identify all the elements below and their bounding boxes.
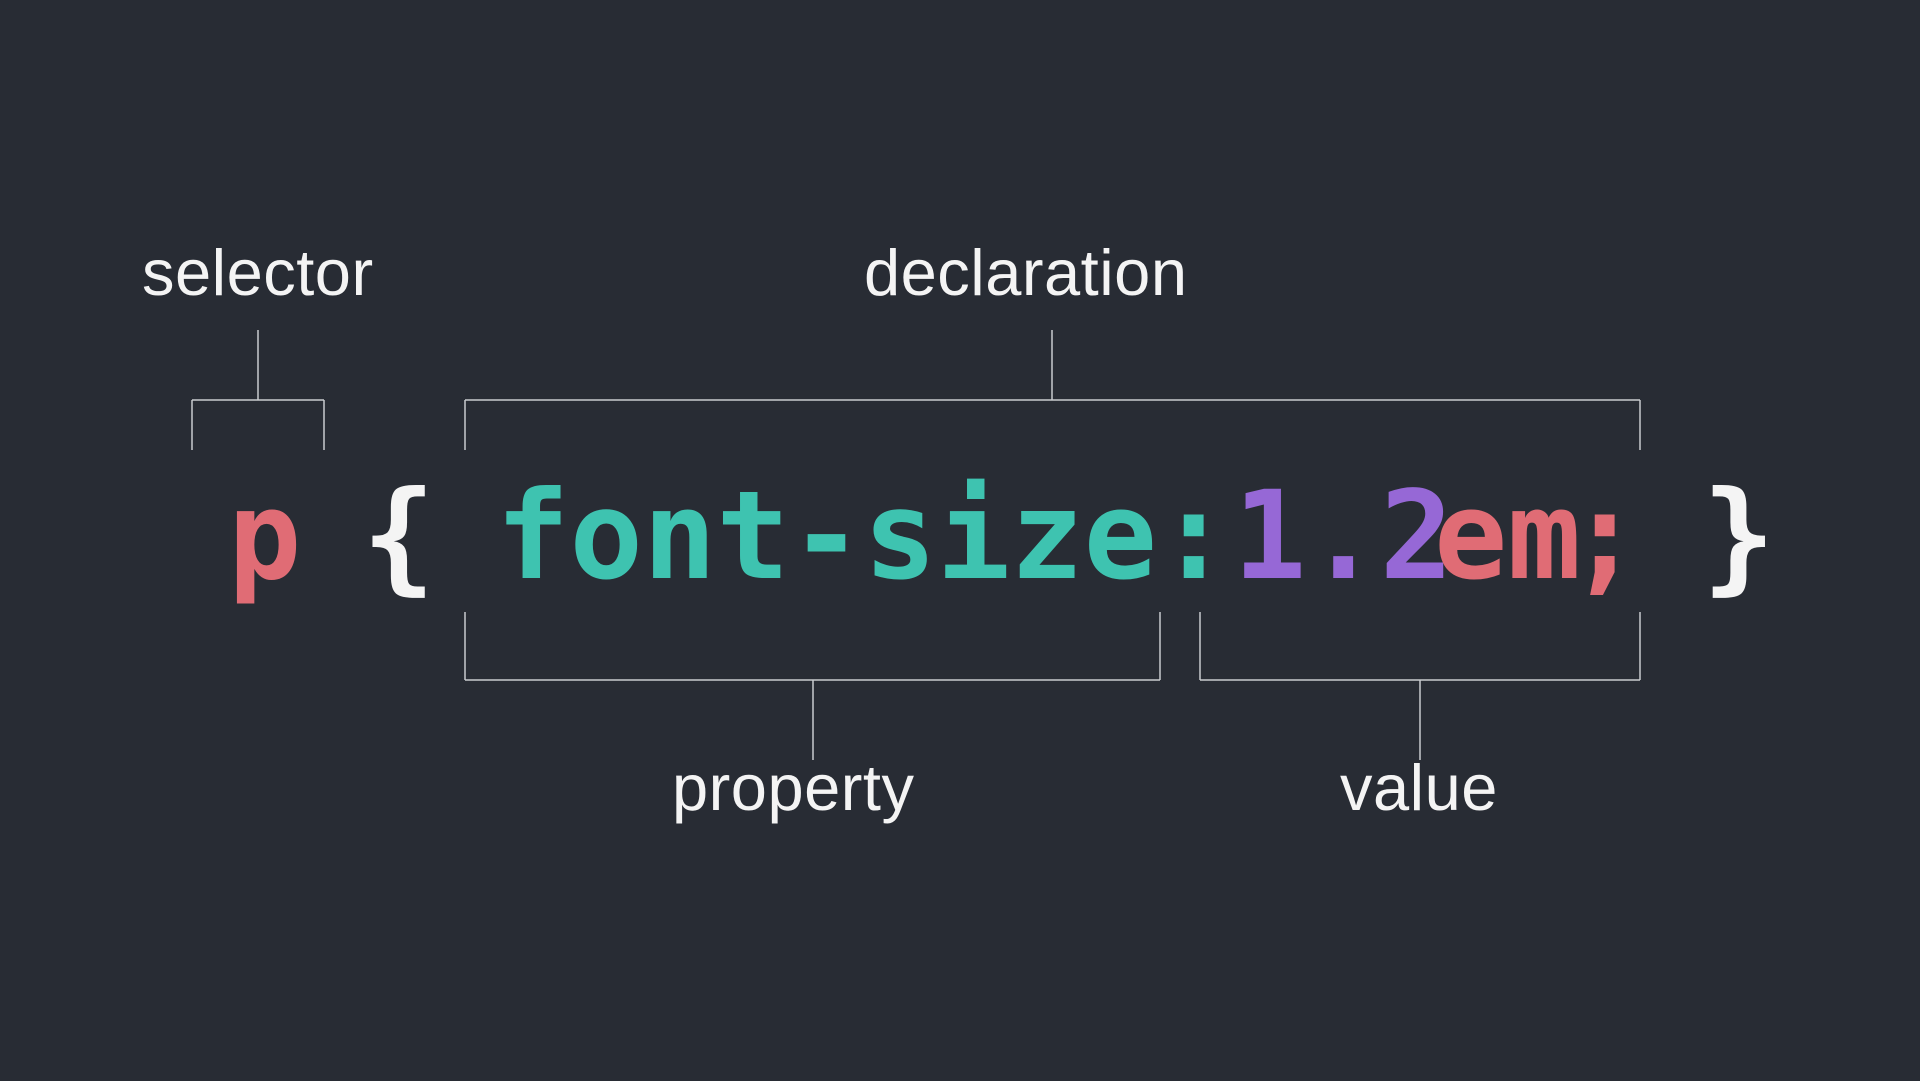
label-value: value [1340, 750, 1498, 825]
label-property: property [672, 750, 914, 825]
diagram-stage: selector declaration property value [0, 0, 1920, 1081]
token-value-unit: em [1434, 465, 1581, 607]
token-selector: p [228, 465, 301, 607]
declaration-bracket [465, 330, 1640, 450]
label-declaration: declaration [864, 235, 1188, 310]
property-bracket [465, 612, 1160, 760]
selector-bracket [192, 330, 324, 450]
value-bracket [1200, 612, 1640, 760]
token-close-brace: } [1702, 465, 1775, 607]
label-selector: selector [142, 235, 374, 310]
token-property: font-size: [496, 465, 1231, 607]
token-value-number: 1.2 [1233, 465, 1453, 607]
token-semicolon: ; [1568, 465, 1641, 607]
token-open-brace: { [362, 465, 435, 607]
